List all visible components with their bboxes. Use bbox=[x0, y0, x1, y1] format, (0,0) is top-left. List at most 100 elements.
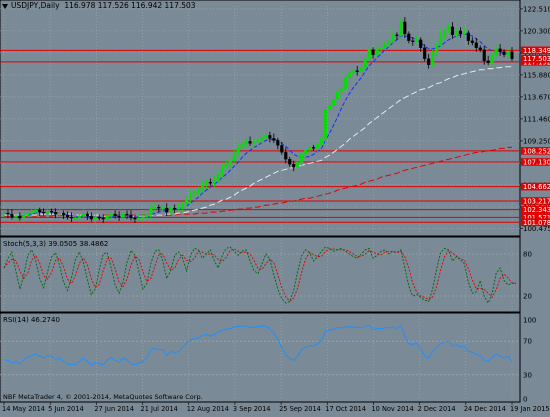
stoch-panel[interactable] bbox=[0, 236, 521, 313]
level-price-tag: 118.349 bbox=[523, 47, 550, 55]
candle-body bbox=[236, 147, 240, 154]
candle-body bbox=[379, 47, 383, 49]
candle-body bbox=[161, 207, 165, 210]
candle-body bbox=[50, 210, 54, 213]
candle-body bbox=[427, 58, 431, 65]
candle-body bbox=[367, 49, 371, 59]
candle-body bbox=[411, 40, 415, 42]
candle-body bbox=[423, 47, 427, 59]
candle-body bbox=[192, 192, 197, 195]
candle-body bbox=[276, 140, 280, 146]
candle-body bbox=[181, 203, 185, 209]
candle-body bbox=[300, 154, 304, 163]
candle-body bbox=[256, 140, 260, 142]
candle-body bbox=[462, 32, 466, 35]
current-price-tag: 117.503 bbox=[523, 55, 550, 63]
date-tick-label: 5 Jun 2014 bbox=[48, 405, 83, 413]
price-tick-label: 111.460 bbox=[523, 115, 550, 123]
candle-body bbox=[145, 214, 149, 218]
rsi-label: RSI(14) 46.2740 bbox=[3, 316, 60, 324]
candle-body bbox=[200, 185, 204, 191]
candle-body bbox=[113, 213, 117, 217]
candle-body bbox=[216, 174, 220, 181]
candle-body bbox=[208, 182, 212, 184]
candle-body bbox=[220, 167, 224, 175]
candle-body bbox=[117, 215, 121, 218]
candle-body bbox=[97, 216, 101, 219]
candle-body bbox=[125, 213, 129, 216]
candle-body bbox=[34, 209, 38, 213]
price-tick-label: 115.880 bbox=[523, 71, 550, 79]
candle-body bbox=[482, 49, 486, 61]
candle-body bbox=[10, 213, 14, 218]
candle-body bbox=[105, 215, 109, 220]
date-tick-label: 17 Oct 2014 bbox=[325, 405, 366, 413]
candle-body bbox=[22, 214, 26, 219]
candle-body bbox=[14, 215, 18, 218]
date-tick-label: 25 Sep 2014 bbox=[279, 405, 321, 413]
candle-body bbox=[196, 190, 201, 193]
candle-body bbox=[454, 30, 458, 36]
time-axis: 14 May 2014 5 Jun 2014 27 Jun 2014 21 Jul 2… bbox=[2, 402, 550, 413]
candle-body bbox=[312, 147, 316, 149]
candle-body bbox=[224, 164, 228, 168]
chart-window[interactable]: 122.510120.300118.095115.880113.670111.4… bbox=[0, 0, 550, 413]
candle-body bbox=[109, 213, 113, 217]
date-tick-label: 10 Nov 2014 bbox=[371, 405, 413, 413]
candle-body bbox=[478, 47, 482, 50]
candle-body bbox=[248, 141, 252, 144]
candle-body bbox=[284, 152, 288, 160]
timeframe: Daily bbox=[40, 1, 60, 10]
level-price-tag: 103.217 bbox=[523, 197, 550, 205]
candle-body bbox=[474, 42, 478, 48]
candle-body bbox=[141, 216, 145, 219]
candle-body bbox=[121, 213, 125, 218]
candle-body bbox=[252, 141, 256, 144]
candle-body bbox=[391, 34, 395, 42]
symbol-name: USDJPY bbox=[11, 1, 39, 10]
candle-body bbox=[490, 54, 494, 63]
candle-body bbox=[415, 39, 419, 42]
candle-body bbox=[165, 207, 169, 213]
candle-body bbox=[431, 51, 435, 65]
candle-body bbox=[46, 210, 50, 214]
candle-body bbox=[77, 215, 81, 219]
candle-body bbox=[498, 48, 502, 52]
candle-body bbox=[446, 26, 451, 32]
level-price-tag: 108.252 bbox=[523, 147, 550, 155]
candle-body bbox=[403, 21, 407, 35]
ohlc-values: 116.978 117.526 116.942 117.503 bbox=[64, 1, 196, 10]
candle-body bbox=[355, 70, 359, 72]
candle-body bbox=[137, 217, 141, 220]
candle-body bbox=[339, 88, 343, 92]
candle-body bbox=[494, 48, 498, 55]
candle-body bbox=[18, 215, 22, 219]
price-tick-label: 109.250 bbox=[523, 137, 550, 145]
candle-body bbox=[319, 138, 324, 145]
candle-body bbox=[331, 99, 335, 106]
date-tick-label: 24 Dec 2014 bbox=[464, 405, 506, 413]
candle-body bbox=[58, 212, 62, 215]
candle-body bbox=[510, 51, 514, 59]
date-tick-label: 21 Jul 2014 bbox=[141, 405, 178, 413]
candle-body bbox=[502, 51, 506, 55]
level-price-tag: 107.130 bbox=[523, 159, 550, 167]
candle-body bbox=[470, 40, 474, 43]
candle-body bbox=[315, 144, 320, 149]
rsi-axis-label: 70 bbox=[523, 338, 532, 346]
date-tick-label: 27 Jun 2014 bbox=[94, 405, 134, 413]
candle-body bbox=[153, 206, 157, 209]
chart-header: USDJPY,Daily 116.978 117.526 116.942 117… bbox=[2, 1, 196, 10]
chart-canvas[interactable]: 122.510120.300118.095115.880113.670111.4… bbox=[0, 0, 550, 413]
dropdown-triangle-icon[interactable] bbox=[2, 3, 8, 9]
candle-body bbox=[343, 77, 347, 89]
candle-body bbox=[69, 216, 74, 219]
candle-body bbox=[419, 39, 423, 48]
candle-body bbox=[335, 91, 339, 100]
candle-body bbox=[264, 135, 268, 138]
candle-body bbox=[101, 217, 105, 220]
candle-body bbox=[506, 51, 510, 55]
date-tick-label: 19 Jan 2015 bbox=[510, 405, 550, 413]
level-price-tag: 101.078 bbox=[523, 219, 550, 227]
candle-body bbox=[292, 164, 296, 168]
